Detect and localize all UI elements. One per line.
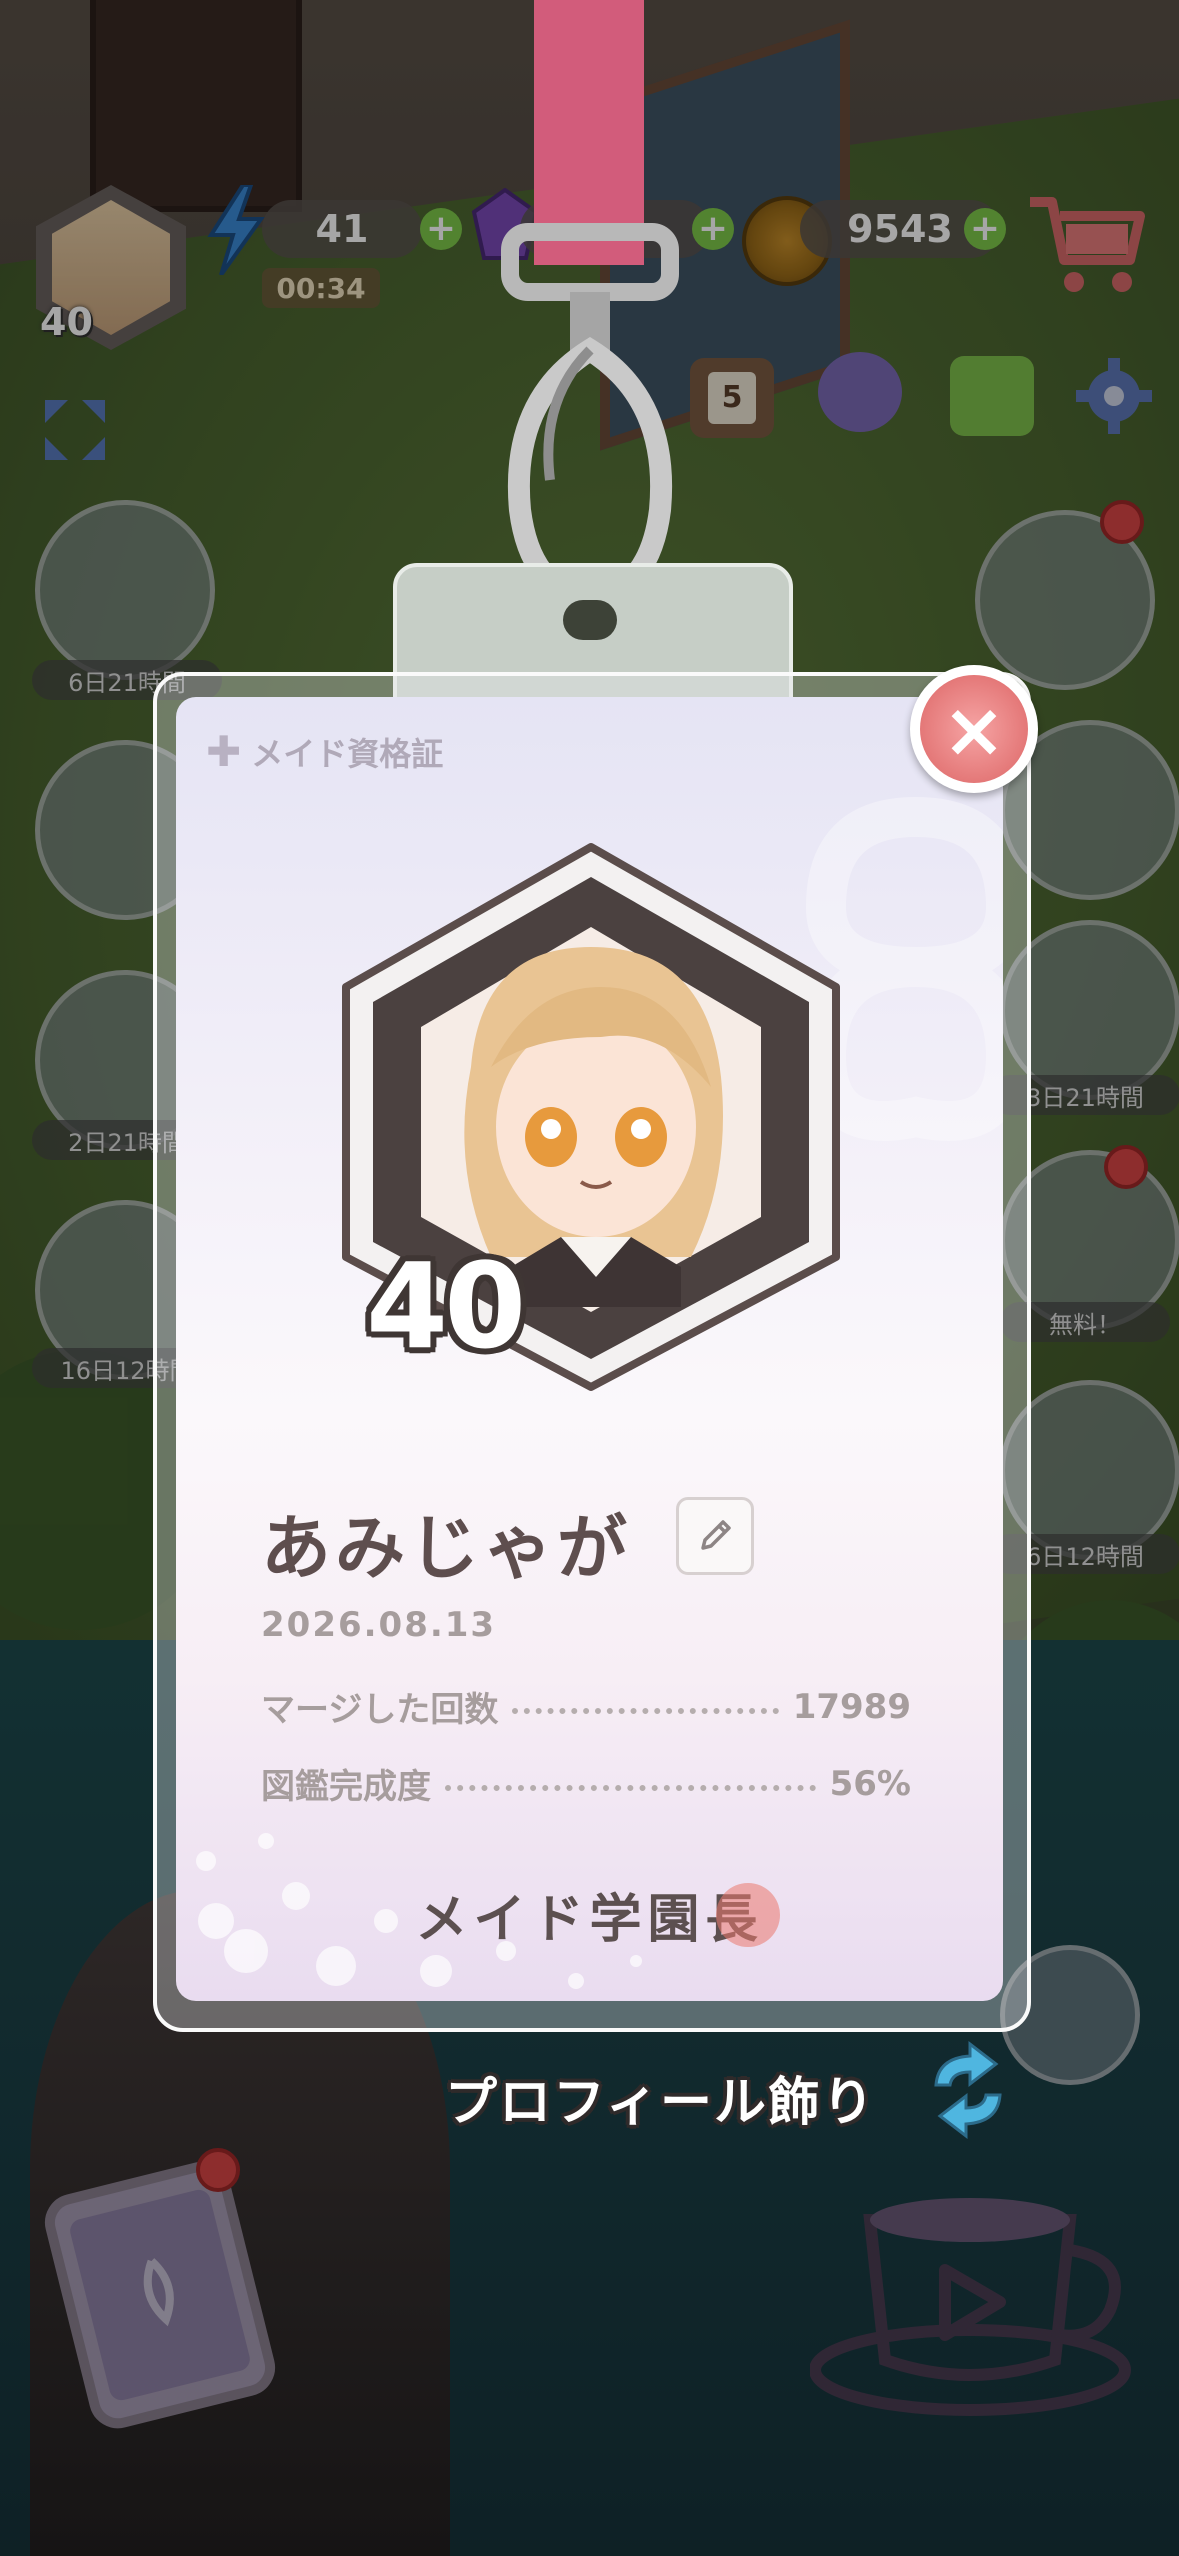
close-button[interactable]: × [910,665,1038,793]
close-icon: × [920,675,1028,783]
swap-arrows-icon[interactable] [918,2040,1018,2140]
stat-label: マージした回数 [261,1690,499,1730]
player-name: あみじゃが [261,1507,631,1589]
rank-title: メイド学園長 [415,1890,764,1950]
badge-hole [563,600,617,640]
leader-dots [512,1707,779,1714]
sparkle-icon: ✚ [206,727,242,776]
stat-row-merge-count: マージした回数 17989 [261,1682,911,1731]
maid-license-card: ✚ メイド資格証 40 あみじゃが 2026.08.13 マージした回数 179… [176,697,1003,2001]
profile-decoration-button[interactable]: プロフィール飾り [445,2060,876,2135]
edit-name-button[interactable] [676,1497,754,1575]
card-title-text: メイド資格証 [251,734,444,773]
seal-stamp [716,1883,780,1947]
stat-value: 17989 [792,1686,911,1727]
portrait-level: 40 [366,1237,526,1375]
card-title: ✚ メイド資格証 [206,727,443,776]
registration-date: 2026.08.13 [261,1605,497,1645]
pencil-icon [701,1520,731,1550]
leader-dots [445,1784,816,1791]
stat-value: 56% [829,1763,911,1804]
